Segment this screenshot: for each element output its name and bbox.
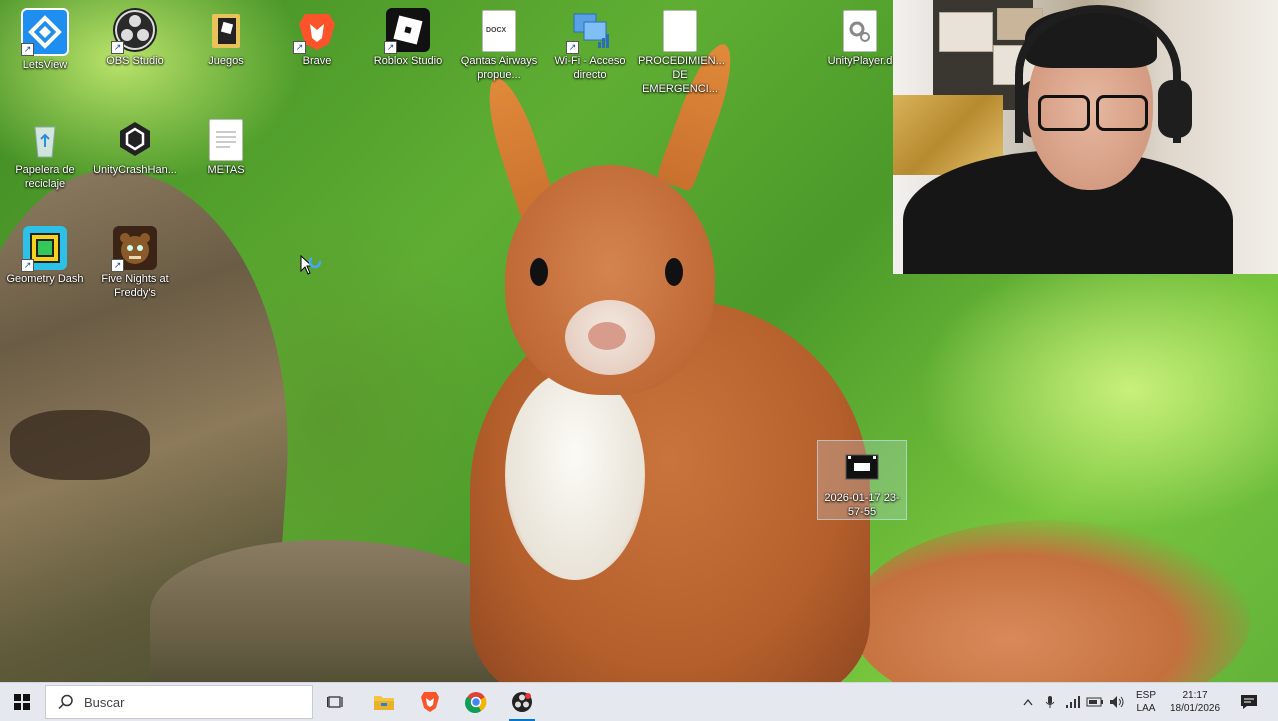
task-view-button[interactable] bbox=[317, 683, 355, 721]
desktop-icon-brave[interactable]: ↗ Brave bbox=[275, 4, 359, 68]
action-center-button[interactable] bbox=[1232, 683, 1266, 721]
show-hidden-icons-button[interactable] bbox=[1020, 683, 1036, 721]
taskbar-obs-studio[interactable] bbox=[503, 683, 541, 721]
clock[interactable]: 21:17 18/01/2026 bbox=[1166, 683, 1224, 721]
notification-icon bbox=[1241, 695, 1257, 709]
speaker-icon bbox=[1110, 696, 1124, 708]
network-icon bbox=[1066, 696, 1080, 708]
mouse-cursor bbox=[300, 254, 326, 282]
webcam-overlay bbox=[893, 0, 1278, 274]
desktop-icon-letsview[interactable]: ↗ LetsView bbox=[3, 4, 87, 72]
brave-icon bbox=[421, 692, 439, 712]
desktop-icon-metas[interactable]: METAS bbox=[184, 113, 268, 177]
desktop-icon-juegos[interactable]: Juegos bbox=[184, 4, 268, 68]
microphone-icon bbox=[1045, 696, 1055, 708]
input-language-indicator[interactable]: ESP LAA bbox=[1130, 683, 1162, 721]
wallpaper-squirrel-nose bbox=[588, 322, 626, 350]
wallpaper-squirrel-tail bbox=[850, 520, 1250, 682]
battery-icon bbox=[1086, 697, 1103, 707]
battery-tray[interactable] bbox=[1086, 683, 1104, 721]
taskbar-brave[interactable] bbox=[411, 683, 449, 721]
microphone-tray[interactable] bbox=[1042, 683, 1058, 721]
wallpaper-squirrel-eye-left bbox=[530, 258, 548, 286]
chrome-icon bbox=[465, 692, 487, 713]
webcam-glasses bbox=[1038, 95, 1148, 131]
desktop-icon-unityplayer-dll[interactable]: UnityPlayer.d bbox=[818, 4, 902, 68]
desktop-icon-recycle-bin[interactable]: Papelera de reciclaje bbox=[3, 113, 87, 191]
recycle-bin-icon bbox=[23, 117, 67, 161]
start-button[interactable] bbox=[0, 683, 44, 721]
taskbar-file-explorer[interactable] bbox=[365, 683, 403, 721]
taskbar-chrome[interactable] bbox=[457, 683, 495, 721]
dll-file-icon bbox=[843, 10, 877, 52]
desktop-icon-wifi-shortcut[interactable]: ↗ Wi-Fi - Acceso directo bbox=[548, 4, 632, 82]
webcam-storage-box bbox=[939, 12, 993, 52]
chevron-up-icon bbox=[1023, 698, 1033, 706]
language-code: ESP bbox=[1135, 690, 1156, 701]
wallpaper-bark-shadow bbox=[10, 410, 150, 480]
file-explorer-icon bbox=[374, 696, 394, 710]
desktop-icon-unitycrashhandler[interactable]: UnityCrashHan... bbox=[93, 113, 177, 177]
obs-icon: ↗ bbox=[111, 8, 157, 54]
volume-tray[interactable] bbox=[1108, 683, 1126, 721]
desktop-icon-procedimientos[interactable]: PROCEDIMIEN... DE EMERGENCI... bbox=[638, 4, 725, 96]
obs-icon bbox=[512, 692, 532, 712]
wifi-settings-icon: ↗ bbox=[566, 8, 612, 54]
search-icon bbox=[58, 694, 73, 710]
clock-time: 21:17 bbox=[1182, 690, 1208, 701]
brave-icon: ↗ bbox=[293, 8, 339, 54]
geometry-dash-icon: ↗ bbox=[21, 226, 67, 272]
desktop-icon-recording-video[interactable]: 2026-01-17 23-57-55 bbox=[817, 440, 907, 520]
desktop-icon-roblox-studio[interactable]: ↗ Roblox Studio bbox=[366, 4, 450, 68]
desktop-icon-qantas-docx[interactable]: DOCX Qantas Airways propue... bbox=[457, 4, 541, 82]
folder-icon bbox=[204, 8, 248, 52]
taskbar: Buscar ESP LAA 21:17 18/01/2026 bbox=[0, 682, 1278, 721]
clock-date: 18/01/2026 bbox=[1169, 703, 1221, 714]
taskbar-search-box[interactable]: Buscar bbox=[45, 685, 313, 719]
keyboard-layout: LAA bbox=[1136, 703, 1156, 714]
text-file-icon bbox=[209, 119, 243, 161]
video-file-icon bbox=[840, 445, 884, 489]
desktop-icon-obs-studio[interactable]: ↗ OBS Studio bbox=[93, 4, 177, 68]
roblox-studio-icon: ↗ bbox=[384, 8, 430, 54]
unity-icon bbox=[113, 117, 157, 161]
search-placeholder: Buscar bbox=[84, 694, 125, 710]
windows-icon bbox=[14, 694, 30, 710]
wallpaper-squirrel-chest bbox=[505, 370, 645, 580]
network-tray[interactable] bbox=[1064, 683, 1082, 721]
desktop-icon-fnaf[interactable]: ↗ Five Nights at Freddy's bbox=[93, 222, 177, 300]
docx-file-icon: DOCX bbox=[482, 10, 516, 52]
desktop-icon-geometry-dash[interactable]: ↗ Geometry Dash bbox=[3, 222, 87, 286]
task-view-icon bbox=[327, 696, 343, 708]
file-icon bbox=[663, 10, 697, 52]
fnaf-icon: ↗ bbox=[111, 226, 157, 272]
letsview-icon: ↗ bbox=[21, 8, 69, 56]
wallpaper-squirrel-eye-right bbox=[665, 258, 683, 286]
